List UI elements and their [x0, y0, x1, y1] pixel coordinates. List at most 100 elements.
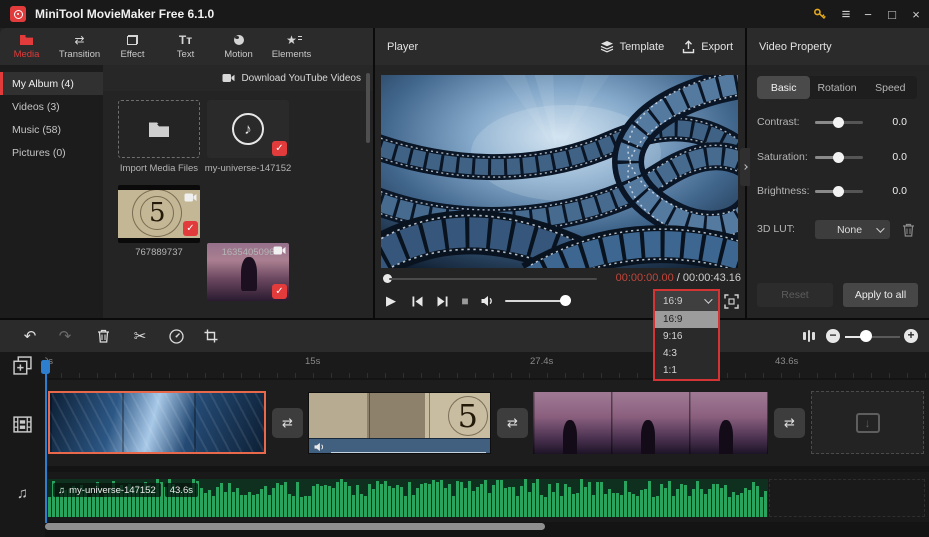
playhead-line[interactable]: [45, 373, 47, 523]
tab-speed[interactable]: Speed: [864, 76, 917, 99]
timeline-zoom-slider[interactable]: [845, 335, 900, 338]
previous-frame-button[interactable]: [409, 290, 425, 312]
video-track-icon: [13, 416, 32, 433]
sidebar-item-pictures[interactable]: Pictures (0): [0, 141, 103, 164]
tab-label: Text: [176, 49, 195, 60]
tab-text[interactable]: Tт Text: [159, 28, 212, 65]
speed-button[interactable]: [167, 327, 185, 345]
music-name: my-universe-147152: [69, 484, 156, 496]
ruler-mark-15s: 15s: [305, 356, 321, 367]
minimize-icon: −: [864, 6, 872, 22]
mute-button[interactable]: [479, 290, 495, 312]
player-title: Player: [387, 40, 419, 53]
timeline-music-clip[interactable]: ♫ my-universe-147152 43.6s: [48, 479, 768, 517]
next-frame-button[interactable]: [434, 290, 450, 312]
tab-label: Elements: [271, 49, 312, 60]
tab-motion[interactable]: Motion: [212, 28, 265, 65]
tab-basic[interactable]: Basic: [757, 76, 811, 99]
clip-texture: [50, 393, 264, 452]
selected-check-badge: ✓: [272, 284, 287, 299]
media-item-video-countdown[interactable]: 5 ✓: [118, 185, 200, 243]
motion-icon: [233, 33, 244, 47]
aspect-ratio-select[interactable]: 16:9: [655, 291, 718, 311]
tab-media[interactable]: Media: [0, 28, 53, 65]
export-button[interactable]: Export: [682, 39, 733, 54]
undo-icon: ↶: [23, 328, 37, 345]
delete-lut-button[interactable]: [902, 223, 915, 237]
sidebar-item-label: Pictures (0): [12, 146, 66, 159]
brightness-slider-handle[interactable]: [833, 185, 844, 197]
play-button[interactable]: ▶: [383, 290, 399, 312]
tab-label: Effect: [120, 49, 145, 60]
silhouette: [641, 420, 655, 454]
playhead-handle[interactable]: [41, 360, 50, 374]
media-scrollbar[interactable]: [366, 73, 370, 143]
aspect-option-9-16[interactable]: 9:16: [655, 328, 718, 345]
transition-slot-1[interactable]: ⇄: [272, 408, 303, 438]
saturation-slider-handle[interactable]: [833, 151, 844, 163]
tab-effect[interactable]: Effect: [106, 28, 159, 65]
redo-button[interactable]: ↷: [56, 327, 74, 345]
lut-select[interactable]: None: [815, 220, 890, 239]
timeline-ruler[interactable]: 0s 15s 27.4s 43.6s: [0, 352, 929, 378]
timeline-clip-filmreel-selected[interactable]: [48, 391, 266, 454]
media-item-label: Import Media Files: [119, 163, 199, 174]
brightness-label: Brightness:: [757, 185, 810, 197]
fullscreen-button[interactable]: [724, 294, 740, 310]
contrast-slider-handle[interactable]: [833, 116, 844, 128]
property-buttons: Reset Apply to all: [747, 283, 929, 307]
apply-to-all-button[interactable]: Apply to all: [843, 283, 918, 307]
stop-button[interactable]: ■: [457, 290, 473, 312]
drop-media-icon: ↓: [855, 412, 880, 433]
empty-music-slot[interactable]: [769, 479, 925, 517]
split-button[interactable]: ✂: [131, 327, 149, 345]
aspect-option-4-3[interactable]: 4:3: [655, 345, 718, 362]
minimize-button[interactable]: −: [856, 0, 880, 28]
transition-slot-2[interactable]: ⇄: [497, 408, 528, 438]
timeline-scrollbar[interactable]: [45, 523, 545, 530]
fit-to-timeline-button[interactable]: [800, 327, 818, 345]
volume-slider-handle[interactable]: [560, 295, 571, 306]
previous-frame-icon: [412, 296, 422, 306]
reset-button[interactable]: Reset: [757, 283, 833, 307]
tab-rotation[interactable]: Rotation: [810, 76, 863, 99]
tab-elements[interactable]: ★ Elements: [265, 28, 318, 65]
transition-slot-3[interactable]: ⇄: [774, 408, 805, 438]
sidebar-item-music[interactable]: Music (58): [0, 118, 103, 141]
download-youtube-button[interactable]: Download YouTube Videos: [103, 65, 373, 91]
delete-button[interactable]: [94, 327, 112, 345]
download-youtube-label: Download YouTube Videos: [241, 72, 361, 84]
video-preview: [381, 75, 738, 268]
add-to-timeline-icon[interactable]: [13, 356, 32, 375]
license-key-button[interactable]: [808, 0, 832, 28]
timeline-clip-countdown[interactable]: 5: [308, 392, 491, 454]
template-button[interactable]: Template: [600, 40, 665, 53]
minus-icon: −: [829, 328, 837, 342]
seek-track[interactable]: [389, 277, 597, 280]
ruler-ticks: [43, 373, 929, 378]
maximize-button[interactable]: □: [880, 0, 904, 28]
aspect-option-1-1[interactable]: 1:1: [655, 362, 718, 379]
crop-button[interactable]: [202, 327, 220, 345]
timeline-clip-sunset[interactable]: [533, 392, 768, 454]
seek-bar[interactable]: 00:00:00.00 / 00:00:43.16: [375, 270, 745, 286]
aspect-option-16-9[interactable]: 16:9: [655, 311, 718, 328]
empty-clip-slot[interactable]: ↓: [811, 391, 924, 454]
sidebar-item-my-album[interactable]: My Album (4): [0, 72, 103, 95]
tab-transition[interactable]: ⇄ Transition: [53, 28, 106, 65]
media-item-label: my-universe-147152: [204, 163, 292, 174]
timeline-zoom-handle[interactable]: [860, 330, 872, 342]
sidebar-item-videos[interactable]: Videos (3): [0, 95, 103, 118]
menu-button[interactable]: ≡: [834, 0, 858, 28]
media-item-audio[interactable]: ♪ ✓: [207, 100, 289, 158]
transition-icon: ⇄: [74, 33, 85, 47]
undo-button[interactable]: ↶: [21, 327, 39, 345]
close-button[interactable]: ×: [904, 0, 928, 28]
saturation-label: Saturation:: [757, 151, 808, 163]
template-label: Template: [619, 40, 665, 53]
zoom-out-button[interactable]: −: [826, 329, 840, 343]
export-label: Export: [701, 40, 733, 53]
sidebar-item-label: Music (58): [12, 123, 62, 136]
zoom-in-button[interactable]: +: [904, 329, 918, 343]
import-media-card[interactable]: [118, 100, 200, 158]
